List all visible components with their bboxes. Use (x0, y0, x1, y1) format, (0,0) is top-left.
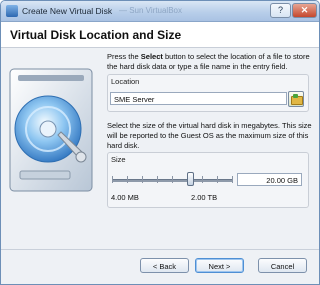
slider-tick (172, 176, 173, 183)
slider-tick (112, 176, 113, 183)
green-arrow-icon (293, 94, 298, 98)
location-instructions: Press the Select button to select the lo… (107, 52, 313, 72)
size-group: Size 20.00 GB 4.00 MB 2.00 TB (107, 152, 309, 208)
slider-tick (142, 176, 143, 183)
close-button[interactable]: ✕ (292, 3, 317, 18)
slider-tick (217, 176, 218, 183)
virtualbox-icon (6, 5, 18, 17)
location-input[interactable]: SME Server (110, 92, 287, 105)
slider-tick (157, 176, 158, 183)
title-bar: Create New Virtual Disk — Sun VirtualBox… (1, 1, 319, 22)
size-slider-thumb[interactable] (187, 172, 194, 186)
location-label: Location (111, 77, 140, 86)
help-button[interactable]: ? (270, 3, 291, 18)
max-size-label: 2.00 TB (191, 193, 218, 202)
intro-text-start: Press the (107, 52, 141, 61)
back-button[interactable]: < Back (140, 258, 189, 273)
background-window-title: — Sun VirtualBox (119, 6, 182, 15)
slider-tick (127, 176, 128, 183)
size-label: Size (111, 155, 126, 164)
size-instructions: Select the size of the virtual hard disk… (107, 121, 312, 150)
window-title: Create New Virtual Disk (22, 6, 113, 16)
hard-disk-illustration (9, 68, 93, 192)
create-virtual-disk-dialog: Create New Virtual Disk — Sun VirtualBox… (0, 0, 320, 285)
folder-browse-button[interactable] (288, 91, 304, 107)
footer-divider (1, 249, 319, 250)
cancel-button[interactable]: Cancel (258, 258, 307, 273)
slider-tick (202, 176, 203, 183)
select-keyword: Select (140, 52, 163, 61)
size-input[interactable]: 20.00 GB (237, 173, 302, 186)
min-size-label: 4.00 MB (111, 193, 139, 202)
slider-tick (232, 176, 233, 183)
next-button[interactable]: Next > (195, 258, 244, 273)
location-group: Location SME Server (107, 74, 309, 112)
wizard-header: Virtual Disk Location and Size (1, 22, 319, 48)
page-title: Virtual Disk Location and Size (10, 28, 182, 42)
